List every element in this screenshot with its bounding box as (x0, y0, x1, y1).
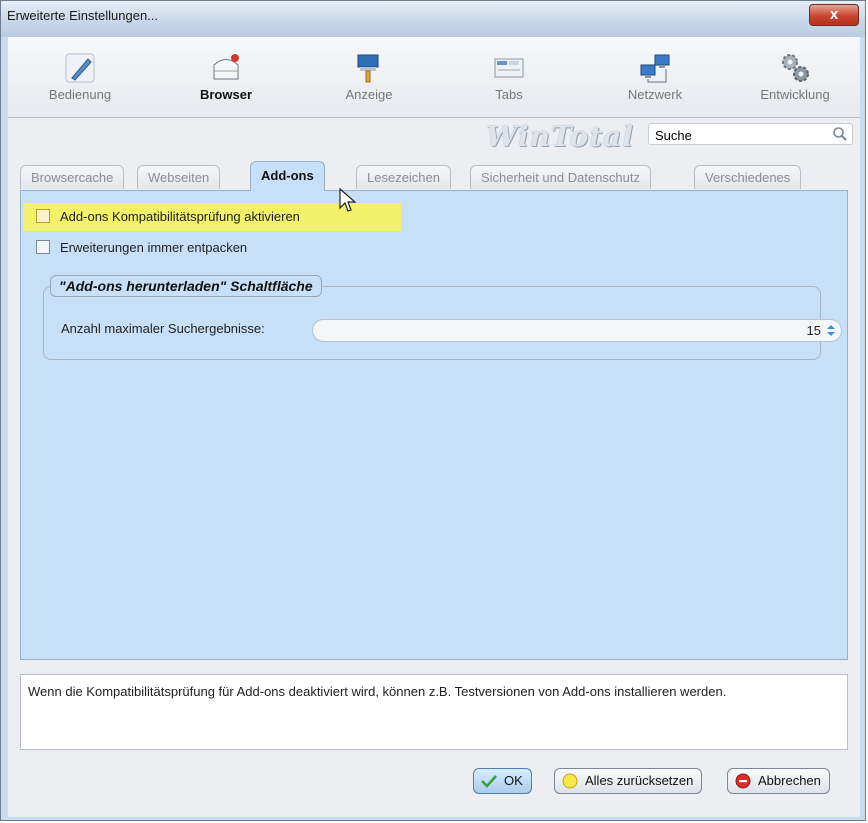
search-icon[interactable] (832, 126, 848, 142)
option-always-unpack-extensions[interactable]: Erweiterungen immer entpacken (36, 237, 247, 259)
toolbar-item-browser[interactable]: Browser (166, 43, 286, 113)
settings-tabs: Browsercache Webseiten Add-ons Lesezeich… (20, 161, 850, 191)
checkmark-icon (480, 773, 498, 789)
paint-icon (352, 51, 386, 85)
cancel-label: Abbrechen (758, 773, 821, 788)
search-input[interactable] (653, 125, 827, 145)
toolbar-label: Anzeige (345, 87, 393, 102)
tab-browsercache[interactable]: Browsercache (20, 165, 125, 189)
search-box[interactable] (648, 123, 853, 145)
ok-button[interactable]: OK (473, 768, 532, 794)
tabs-icon (492, 51, 526, 85)
toolbar-item-entwicklung[interactable]: Entwicklung (735, 43, 855, 113)
max-results-stepper[interactable]: 15 (312, 319, 842, 342)
reset-all-button[interactable]: Alles zurücksetzen (554, 768, 703, 794)
settings-window: Erweiterte Einstellungen... x Bedienung … (0, 0, 866, 821)
tab-add-ons[interactable]: Add-ons (250, 161, 325, 191)
toolbar-label: Entwicklung (760, 87, 830, 102)
pen-icon (63, 51, 97, 85)
dialog-client: Bedienung Browser Anzeige Tabs Netzwerk … (8, 37, 860, 817)
network-icon (638, 51, 672, 85)
spin-arrows-icon[interactable] (825, 323, 837, 338)
max-results-label: Anzahl maximaler Suchergebnisse: (61, 321, 265, 336)
toolbar-item-anzeige[interactable]: Anzeige (309, 43, 429, 113)
category-toolbar: Bedienung Browser Anzeige Tabs Netzwerk … (8, 37, 860, 118)
tab-verschiedenes[interactable]: Verschiedenes (694, 165, 802, 189)
toolbar-label: Netzwerk (627, 87, 683, 102)
mouse-cursor-icon (339, 187, 357, 212)
checkbox[interactable] (36, 240, 50, 254)
brand-logo: WinTotal (486, 120, 634, 153)
tab-lesezeichen[interactable]: Lesezeichen (356, 165, 451, 189)
close-button[interactable]: x (809, 4, 859, 26)
toolbar-item-bedienung[interactable]: Bedienung (20, 43, 140, 113)
toolbar-label: Browser (199, 87, 253, 102)
toolbar-item-tabs[interactable]: Tabs (449, 43, 569, 113)
gears-icon (778, 51, 812, 85)
option-label: Erweiterungen immer entpacken (60, 240, 248, 255)
search-bar: WinTotal (8, 118, 860, 153)
toolbar-label: Bedienung (48, 87, 112, 102)
reset-icon (561, 773, 579, 789)
title-bar[interactable]: Erweiterte Einstellungen... x (1, 1, 865, 37)
add-ons-panel: Add-ons Kompatibilitätsprüfung aktiviere… (20, 190, 848, 660)
reset-label: Alles zurücksetzen (585, 773, 694, 788)
checkbox[interactable] (36, 209, 50, 223)
toolbar-label: Tabs (495, 87, 523, 102)
tab-webseiten[interactable]: Webseiten (137, 165, 221, 189)
group-legend: "Add-ons herunterladen" Schaltfläche (50, 275, 322, 297)
cancel-button[interactable]: Abbrechen (727, 768, 830, 794)
toolbar-item-netzwerk[interactable]: Netzwerk (595, 43, 715, 113)
browser-icon (209, 51, 243, 85)
download-button-group: "Add-ons herunterladen" Schaltfläche Anz… (43, 275, 842, 360)
description-box: Wenn die Kompatibilitätsprüfung für Add-… (20, 674, 848, 750)
window-title: Erweiterte Einstellungen... (7, 8, 159, 23)
max-results-value[interactable]: 15 (807, 323, 821, 338)
tab-sicherheit-und-datenschutz[interactable]: Sicherheit und Datenschutz (470, 165, 651, 189)
cancel-icon (734, 773, 752, 789)
option-label: Add-ons Kompatibilitätsprüfung aktiviere… (60, 209, 300, 224)
ok-label: OK (504, 773, 523, 788)
